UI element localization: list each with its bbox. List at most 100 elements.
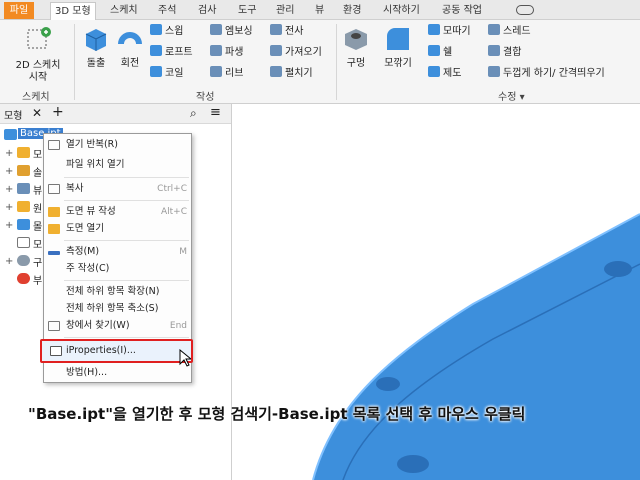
menu-item-create-note[interactable]: 주 작성(C): [44, 260, 191, 278]
hole-button[interactable]: 구멍: [340, 24, 372, 70]
tab-file[interactable]: 파일: [4, 2, 34, 19]
revolve-icon: [118, 32, 142, 44]
browser-tab-model[interactable]: 모형: [4, 107, 22, 122]
revolve-button[interactable]: 회전: [114, 24, 146, 70]
tab-get-started[interactable]: 시작하기: [383, 3, 420, 18]
sweep-label: 스윕: [165, 26, 184, 37]
menu-item-measure[interactable]: 측정(M) M: [44, 243, 191, 261]
tab-manage[interactable]: 관리: [276, 3, 294, 18]
menu-item-open-drawing[interactable]: 도면 열기: [44, 220, 191, 238]
view-icon: [17, 183, 30, 194]
rib-button[interactable]: 리브: [210, 65, 243, 83]
expand-icon[interactable]: +: [5, 256, 13, 267]
extrude-button[interactable]: 돌출: [78, 24, 114, 70]
sweep-button[interactable]: 스윕: [150, 23, 183, 41]
derive-label: 파생: [225, 47, 244, 58]
menu-icon[interactable]: ≡: [210, 105, 221, 120]
shortcut-label: M: [179, 247, 187, 257]
expand-icon[interactable]: +: [5, 184, 13, 195]
hole-label: 구멍: [346, 58, 366, 69]
loft-button[interactable]: 로프트: [150, 44, 193, 62]
tab-3d-model[interactable]: 3D 모형: [50, 2, 96, 21]
tree-item-label: 부: [33, 276, 43, 287]
extrude-label: 돌출: [86, 58, 106, 69]
group-modify-label[interactable]: 수정 ▾: [498, 88, 525, 103]
menu-bar: 파일 3D 모형 스케치 주석 검사 도구 관리 뷰 환경 시작하기 공동 작업: [0, 0, 640, 21]
toggle-icon[interactable]: [516, 5, 534, 15]
combine-button[interactable]: 결합: [488, 44, 521, 62]
emboss-button[interactable]: 엠보싱: [210, 23, 253, 41]
find-icon: [48, 321, 60, 331]
tab-view[interactable]: 뷰: [315, 3, 324, 18]
menu-divider: [64, 337, 189, 338]
combine-icon: [488, 45, 500, 56]
tab-collaborate[interactable]: 공동 작업: [442, 3, 482, 18]
shell-button[interactable]: 쉘: [428, 44, 452, 62]
hole-icon: [345, 29, 367, 50]
drawing-view-icon: [48, 207, 60, 217]
draft-label: 제도: [443, 68, 462, 79]
expand-icon[interactable]: +: [5, 148, 13, 159]
tab-tools[interactable]: 도구: [238, 3, 256, 18]
shortcut-label: Ctrl+C: [157, 184, 187, 194]
group-create-label: 작성: [196, 92, 215, 103]
expand-icon[interactable]: +: [5, 220, 13, 231]
menu-item-label: 도면 열기: [66, 223, 104, 234]
thicken-button[interactable]: 두껍게 하기/ 간격띄우기: [488, 65, 605, 83]
chamfer-button[interactable]: 모따기: [428, 23, 471, 41]
menu-item-how-to[interactable]: 방법(H)...: [44, 364, 191, 382]
start-2d-sketch-button[interactable]: 2D 스케치 시작: [6, 24, 70, 84]
thread-button[interactable]: 스레드: [488, 23, 531, 41]
menu-item-collapse-all[interactable]: 전체 하위 항목 축소(S): [44, 300, 191, 318]
hole-icon: [17, 255, 30, 266]
draft-button[interactable]: 제도: [428, 65, 461, 83]
menu-item-open-repeat[interactable]: 열기 반복(R): [44, 136, 191, 154]
menu-item-label: 열기 반복(R): [66, 139, 118, 150]
add-tab-button[interactable]: +: [52, 104, 64, 120]
tab-sketch[interactable]: 스케치: [110, 3, 138, 18]
folder-open-icon: [48, 140, 60, 150]
expand-icon[interactable]: +: [5, 202, 13, 213]
derive-button[interactable]: 파생: [210, 44, 243, 62]
group-sketch-label: 스케치: [22, 92, 50, 103]
expand-icon[interactable]: +: [5, 166, 13, 177]
shell-icon: [428, 45, 440, 56]
menu-item-expand-all[interactable]: 전체 하위 항목 확장(N): [44, 283, 191, 301]
menu-item-create-drawing-view[interactable]: 도면 뷰 작성 Alt+C: [44, 203, 191, 221]
decal-button[interactable]: 전사: [270, 23, 303, 41]
tab-annotate[interactable]: 주석: [158, 3, 176, 18]
rib-icon: [210, 66, 222, 77]
browser-header: 모형 ✕ + ⌕ ≡: [0, 104, 231, 124]
import-icon: [270, 45, 282, 56]
sketch-label: 2D 스케치 시작: [15, 60, 61, 83]
menu-item-label: 복사: [66, 183, 84, 194]
thicken-icon: [488, 66, 500, 77]
ribbon: 2D 스케치 시작 스케치 돌출 회전 스윕 로프트 코일 엠보싱 파생 리브 …: [0, 20, 640, 104]
menu-item-copy[interactable]: 복사 Ctrl+C: [44, 180, 191, 198]
menu-item-open-file-location[interactable]: 파일 위치 열기: [44, 156, 191, 174]
coil-button[interactable]: 코일: [150, 65, 183, 83]
revolve-label: 회전: [120, 58, 140, 69]
menu-item-find-in-window[interactable]: 창에서 찾기(W) End: [44, 317, 191, 335]
import-button[interactable]: 가져오기: [270, 44, 322, 62]
menu-divider: [64, 280, 189, 281]
tab-inspect[interactable]: 검사: [198, 3, 216, 18]
menu-item-iproperties[interactable]: iProperties(I)...: [40, 339, 193, 363]
import-label: 가져오기: [285, 47, 322, 58]
menu-divider: [64, 240, 189, 241]
fillet-button[interactable]: 모깎기: [378, 24, 418, 70]
fillet-label: 모깎기: [384, 58, 412, 69]
close-icon[interactable]: ✕: [32, 106, 42, 120]
tab-environments[interactable]: 환경: [343, 3, 361, 18]
unwrap-button[interactable]: 펼치기: [270, 65, 313, 83]
shell-label: 쉘: [443, 47, 453, 58]
search-icon[interactable]: ⌕: [190, 106, 197, 121]
mouse-cursor-icon: [179, 349, 191, 367]
tree-item-label: 구: [33, 258, 43, 269]
shortcut-label: End: [169, 321, 187, 331]
thread-icon: [488, 24, 500, 35]
menu-item-label: iProperties(I)...: [66, 345, 136, 356]
context-menu: 열기 반복(R) 파일 위치 열기 복사 Ctrl+C 도면 뷰 작성 Alt+C …: [40, 133, 193, 383]
sketch-icon: [17, 237, 30, 248]
unwrap-icon: [270, 66, 282, 77]
